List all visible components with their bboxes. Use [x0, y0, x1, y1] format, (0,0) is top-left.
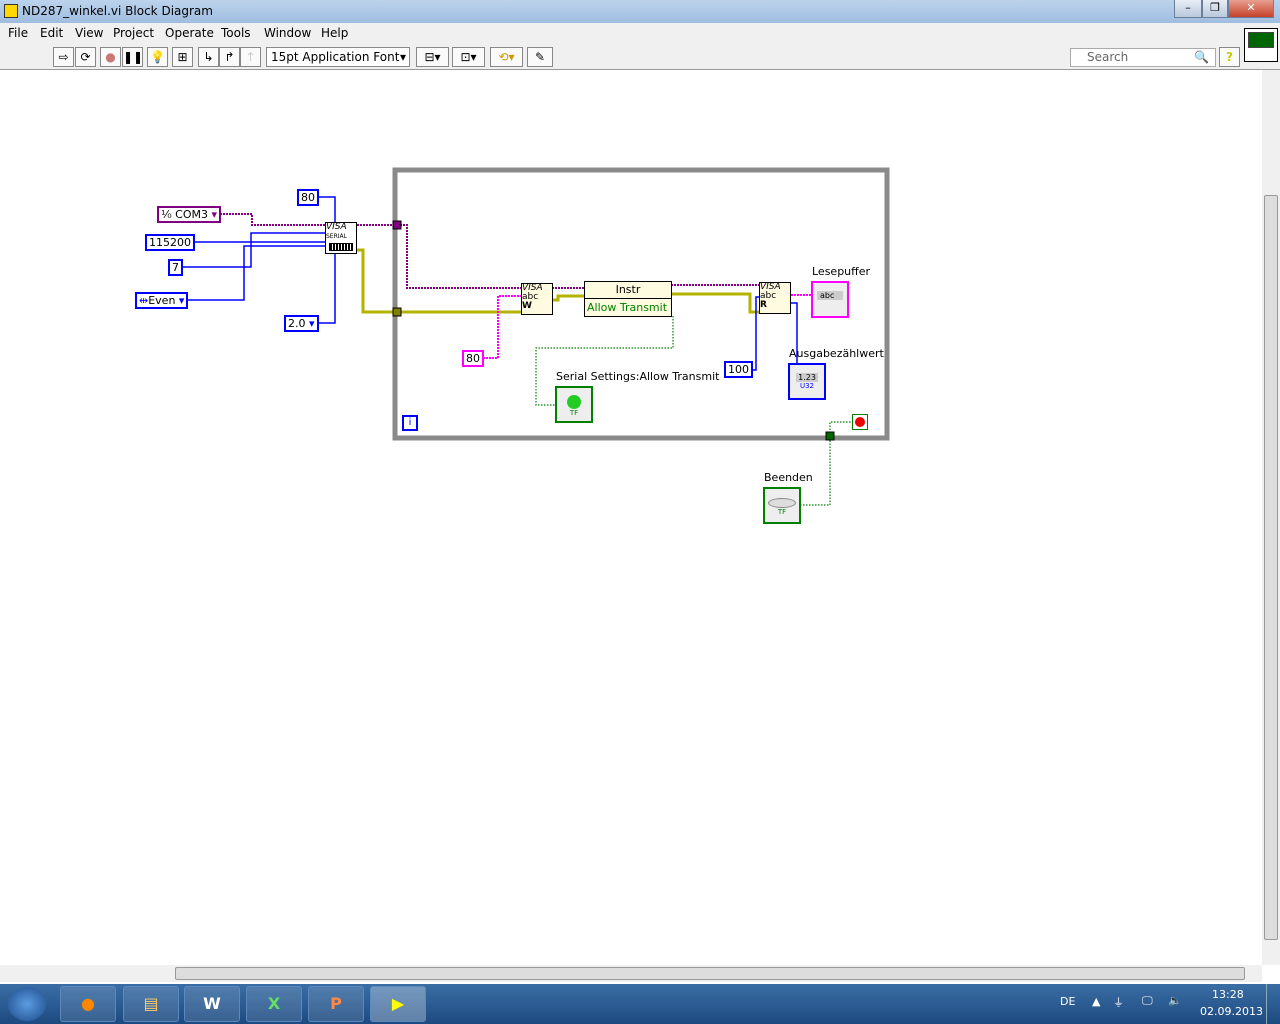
- property-node[interactable]: Instr Allow Transmit: [584, 281, 672, 317]
- visa-write-node[interactable]: VISA abc W: [521, 283, 553, 315]
- beenden-control[interactable]: TF: [763, 487, 801, 524]
- ausgabe-label: Ausgabezählwert: [789, 347, 884, 360]
- usb-icon[interactable]: ⏚: [1113, 994, 1124, 1010]
- visa-read-node[interactable]: VISA abc R: [759, 282, 791, 314]
- allow-transmit-indicator[interactable]: TF: [555, 386, 593, 423]
- show-desktop-button[interactable]: [1266, 984, 1280, 1024]
- horizontal-scroll-thumb[interactable]: [175, 967, 1245, 980]
- tunnel-refnum: [392, 220, 402, 230]
- vertical-scroll-thumb[interactable]: [1264, 195, 1278, 940]
- tunnel-error: [392, 307, 402, 317]
- resource-name-constant[interactable]: ⅟₀ COM3 ▾: [157, 206, 222, 223]
- node-subtitle: SERIAL: [326, 233, 347, 240]
- stop-bits-constant[interactable]: 2.0 ▾: [284, 315, 319, 332]
- taskbar-labview[interactable]: ▶: [370, 986, 426, 1022]
- timeout-constant[interactable]: 80: [297, 189, 319, 206]
- stop-condition-icon[interactable]: [852, 414, 868, 430]
- chevron-down-icon[interactable]: ▾: [309, 317, 315, 330]
- horizontal-scrollbar[interactable]: [0, 965, 1262, 982]
- visa-configure-serial-node[interactable]: VISA SERIAL: [325, 222, 357, 254]
- network-icon[interactable]: 🖵: [1142, 994, 1153, 1008]
- wire-resource: [220, 213, 326, 226]
- lesepuffer-label: Lesepuffer: [812, 265, 871, 278]
- indicator-type: abc: [817, 291, 843, 300]
- clock-time[interactable]: 13:28: [1212, 988, 1244, 1001]
- taskbar-explorer[interactable]: ▤: [123, 986, 179, 1022]
- lesepuffer-indicator[interactable]: abc: [811, 281, 849, 318]
- show-hidden-icons[interactable]: ▲: [1092, 995, 1100, 1008]
- wire-string-write: [483, 295, 522, 359]
- volume-icon[interactable]: 🔈: [1168, 994, 1182, 1007]
- taskbar-firefox[interactable]: ●: [60, 986, 116, 1022]
- loop-condition-terminal: [825, 431, 835, 441]
- read-count-constant[interactable]: 100: [724, 361, 753, 378]
- start-button[interactable]: [8, 987, 46, 1021]
- switch-icon: [768, 498, 796, 508]
- data-bits-constant[interactable]: 7: [168, 259, 183, 276]
- taskbar-word[interactable]: W: [184, 986, 240, 1022]
- indicator-type: U32: [799, 382, 815, 390]
- node-mode: W: [522, 301, 532, 311]
- taskbar-powerpoint[interactable]: P: [308, 986, 364, 1022]
- loop-iteration-terminal: i: [402, 415, 418, 431]
- ausgabe-indicator[interactable]: 1.23 U32: [788, 363, 826, 400]
- led-icon: [567, 395, 581, 409]
- parity-constant[interactable]: ⇹Even ▾: [135, 292, 189, 309]
- chevron-down-icon[interactable]: ▾: [211, 208, 217, 221]
- indicator-value: 1.23: [796, 373, 818, 382]
- vertical-scrollbar[interactable]: [1262, 70, 1280, 965]
- taskbar-excel[interactable]: X: [246, 986, 302, 1022]
- stop-bits-value: 2.0: [288, 317, 306, 330]
- parity-value: Even: [148, 294, 176, 307]
- property-allow-transmit[interactable]: Allow Transmit: [585, 299, 671, 316]
- resource-value: COM3: [175, 208, 208, 221]
- write-string-constant[interactable]: 80: [462, 350, 484, 367]
- indicator-type: TF: [777, 508, 787, 516]
- baud-rate-constant[interactable]: 115200: [145, 234, 195, 251]
- enum-icon: ⇹: [139, 294, 149, 307]
- wires: [180, 167, 890, 506]
- node-mode: R: [760, 300, 767, 310]
- clock-date[interactable]: 02.09.2013: [1200, 1005, 1263, 1018]
- indicator-type: TF: [569, 409, 579, 417]
- chevron-down-icon[interactable]: ▾: [179, 294, 185, 307]
- wire-visa-ref: [357, 224, 760, 289]
- io-icon: ⅟₀: [161, 208, 176, 221]
- allow-transmit-label: Serial Settings:Allow Transmit: [556, 370, 720, 383]
- beenden-label: Beenden: [764, 471, 813, 484]
- node-title: VISA: [326, 222, 347, 232]
- language-indicator[interactable]: DE: [1060, 995, 1075, 1008]
- wire-error: [357, 248, 760, 314]
- property-node-class: Instr: [585, 282, 671, 299]
- taskbar: ● ▤ W X P ▶ DE ▲ ⏚ 🖵 🔈 13:28 02.09.2013: [0, 984, 1280, 1024]
